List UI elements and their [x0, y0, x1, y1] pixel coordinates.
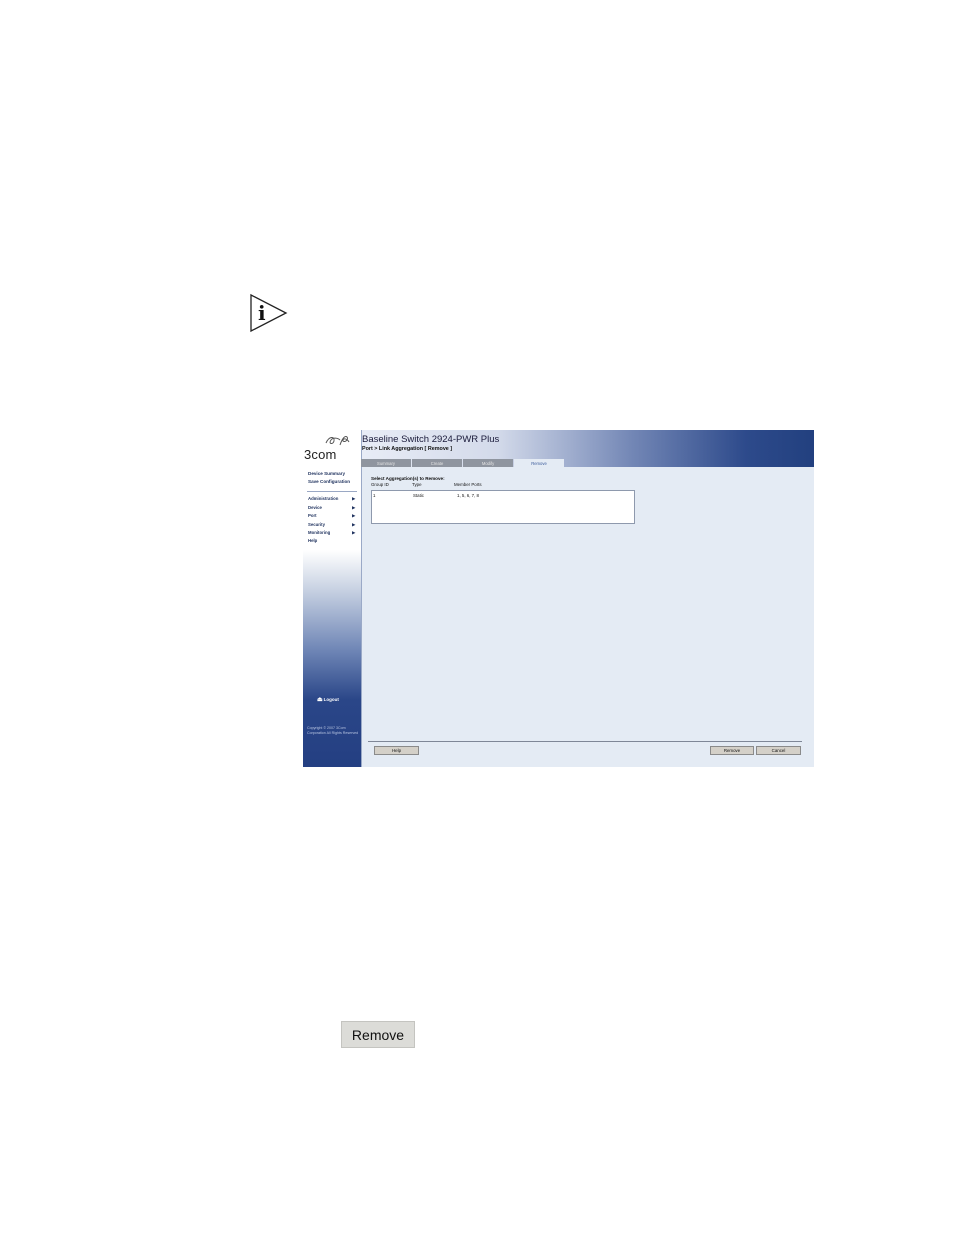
column-header-type: Type: [412, 482, 422, 487]
3com-logo: 3com: [304, 447, 337, 462]
info-icon: i: [250, 293, 288, 333]
aggregation-list[interactable]: 1 Static 1, 5, 6, 7, 8: [371, 490, 635, 524]
svg-text:i: i: [258, 301, 266, 325]
nav-administration[interactable]: Administration: [308, 496, 338, 501]
cancel-button[interactable]: Cancel: [756, 746, 801, 755]
tab-create[interactable]: Create: [412, 459, 462, 467]
nav-port[interactable]: Port: [308, 513, 317, 518]
sidebar-divider: [307, 491, 357, 492]
sidebar: 3com Device Summary Save Configuration A…: [303, 430, 362, 767]
device-summary-link[interactable]: Device Summary: [308, 471, 345, 476]
row-member-ports[interactable]: 1, 5, 6, 7, 8: [457, 493, 479, 498]
switch-web-ui-screenshot: 3com Device Summary Save Configuration A…: [303, 430, 814, 767]
logout-label: Logout: [323, 697, 339, 702]
tab-modify[interactable]: Modify: [463, 459, 513, 467]
arrow-right-icon: ▶: [352, 529, 356, 535]
app-title: Baseline Switch 2924-PWR Plus: [362, 434, 500, 445]
nav-security[interactable]: Security: [308, 522, 325, 527]
save-configuration-link[interactable]: Save Configuration: [308, 479, 350, 484]
column-header-member-ports: Member Ports: [454, 482, 482, 487]
tab-summary[interactable]: Summary: [361, 459, 411, 467]
row-type[interactable]: Static: [413, 493, 424, 498]
arrow-right-icon: ▶: [352, 512, 356, 518]
arrow-right-icon: ▶: [352, 504, 356, 510]
help-button[interactable]: Help: [374, 746, 419, 755]
logout-icon: ⏏: [317, 697, 323, 703]
arrow-right-icon: ▶: [352, 521, 356, 527]
select-aggregation-label: Select Aggregation(s) to Remove:: [371, 476, 445, 481]
logout-link[interactable]: ⏏ Logout: [317, 696, 339, 703]
copyright-text: Copyright © 2007 3Com Corporation All Ri…: [307, 726, 359, 735]
nav-monitoring[interactable]: Monitoring: [308, 530, 330, 535]
footer-divider: [368, 741, 802, 742]
remove-button[interactable]: Remove: [710, 746, 754, 755]
tab-bar: Summary Create Modify Remove: [361, 459, 564, 467]
remove-button-illustration: Remove: [341, 1021, 415, 1048]
nav-device[interactable]: Device: [308, 505, 322, 510]
tab-remove[interactable]: Remove: [514, 459, 564, 467]
arrow-right-icon: ▶: [352, 495, 356, 501]
column-header-group-id: Group ID: [371, 482, 389, 487]
breadcrumb: Port > Link Aggregation [ Remove ]: [362, 446, 453, 452]
row-group-id[interactable]: 1: [373, 493, 375, 498]
nav-help[interactable]: Help: [308, 538, 317, 543]
